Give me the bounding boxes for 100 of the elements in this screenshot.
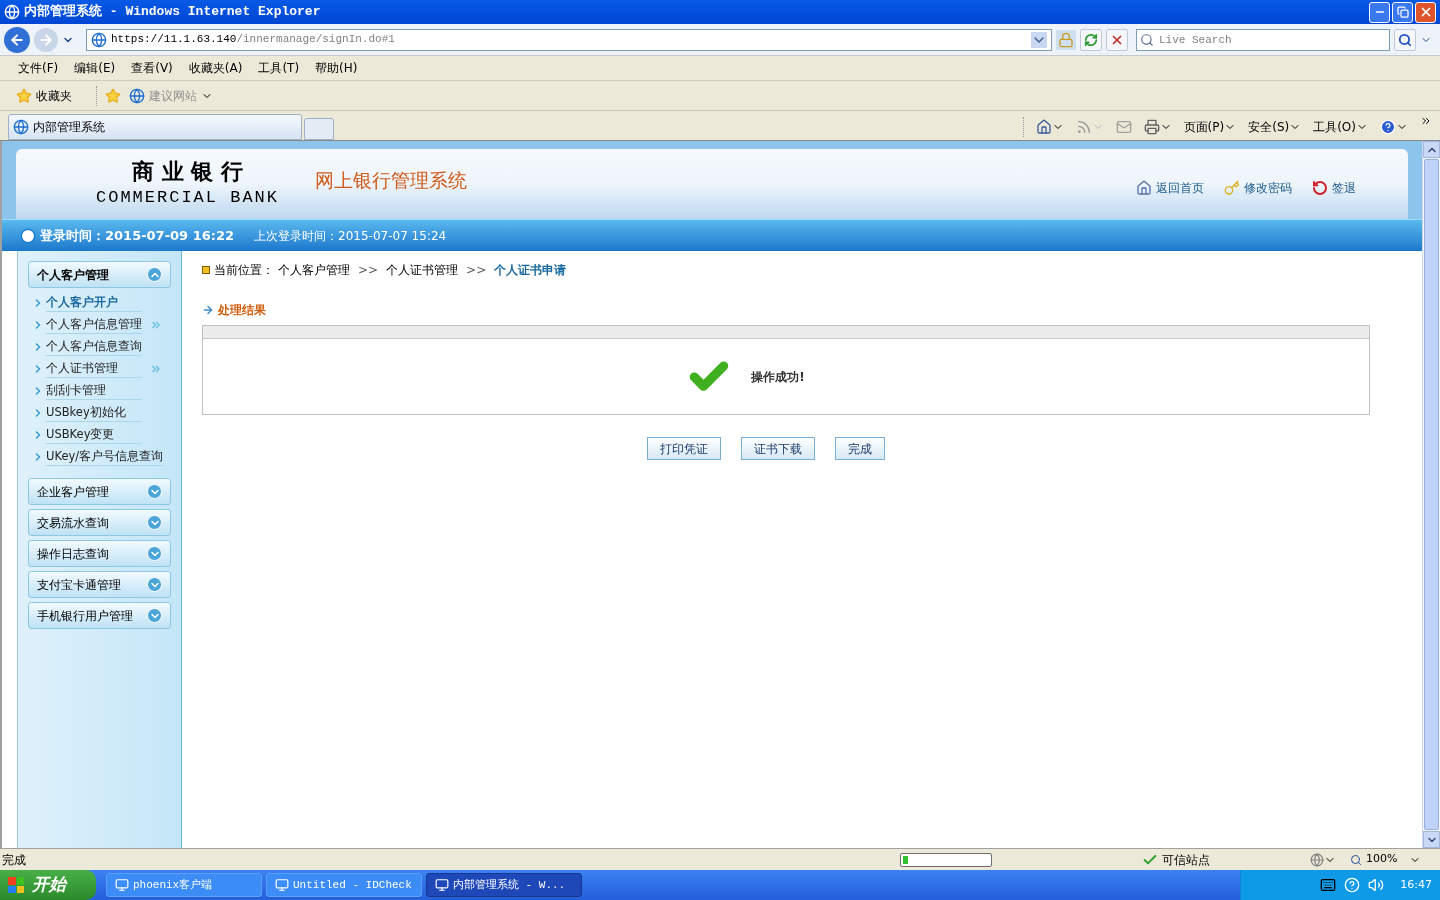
speaker-icon[interactable]: [1368, 877, 1385, 893]
globe-icon: [13, 119, 29, 135]
section-title: 处理结果: [218, 302, 266, 319]
taskbar-button[interactable]: 内部管理系统 - W...: [426, 873, 582, 897]
help-icon: [1380, 119, 1396, 135]
window-icon: [435, 878, 449, 892]
menu-item[interactable]: 编辑(E): [68, 59, 122, 77]
sidebar-item[interactable]: 刮刮卡管理: [46, 381, 142, 401]
system-title: 网上银行管理系统: [315, 167, 468, 193]
globe-icon: [4, 4, 20, 20]
restore-button[interactable]: [1392, 1, 1413, 23]
print-button[interactable]: [1143, 119, 1172, 135]
stop-button[interactable]: [1106, 28, 1128, 51]
feed-icon: [1075, 119, 1092, 135]
status-text: 完成: [1, 851, 27, 869]
command-menu[interactable]: 页面(P): [1183, 118, 1237, 136]
search-icon: [1140, 32, 1154, 47]
sidebar-item[interactable]: USBKey变更: [46, 425, 142, 445]
address-field[interactable]: https://11.1.63.140/innermanage/signIn.do#1: [86, 28, 1052, 51]
address-url: https://11.1.63.140/innermanage/signIn.do#1: [111, 32, 395, 48]
scroll-thumb[interactable]: [1424, 159, 1439, 830]
expand-icon: [147, 577, 162, 592]
breadcrumb-current: 个人证书申请: [494, 262, 567, 279]
sidebar-item[interactable]: 个人客户信息查询: [46, 337, 142, 357]
sidebar-item[interactable]: 个人客户信息管理: [46, 315, 142, 335]
forward-arrow-icon: [38, 31, 54, 48]
header-link[interactable]: 签退: [1312, 179, 1356, 197]
zoom-button[interactable]: 100%: [1350, 851, 1422, 868]
search-field[interactable]: Live Search: [1136, 28, 1390, 51]
sidebar-group-header[interactable]: 手机银行用户管理: [28, 602, 171, 629]
favorites-button[interactable]: 收藏夹: [16, 86, 72, 105]
command-menu[interactable]: 工具(O): [1313, 118, 1368, 136]
menu-item[interactable]: 收藏夹(A): [182, 59, 249, 77]
sidebar-group-header[interactable]: 企业客户管理: [28, 478, 171, 505]
action-button[interactable]: 打印凭证: [647, 437, 721, 460]
keyboard-icon[interactable]: [1320, 877, 1337, 893]
arrow-icon: [202, 304, 214, 316]
breadcrumb-link[interactable]: 个人证书管理: [386, 261, 459, 279]
breadcrumb-separator: >>: [357, 262, 380, 279]
action-button[interactable]: 完成: [835, 437, 885, 460]
sidebar-item[interactable]: UKey/客户号信息查询: [46, 447, 164, 467]
close-button[interactable]: [1415, 1, 1436, 23]
scroll-up-button[interactable]: [1423, 141, 1440, 158]
success-message: 操作成功!: [751, 368, 805, 386]
windows-logo-icon: [8, 877, 24, 893]
refresh-button[interactable]: [1080, 28, 1102, 51]
logout-icon: [1312, 180, 1328, 196]
globe-icon: [1310, 852, 1324, 867]
magnifier-icon: [1350, 853, 1362, 866]
protected-mode-button[interactable]: [1310, 852, 1336, 867]
sidebar-group-header[interactable]: 操作日志查询: [28, 540, 171, 567]
collapse-icon: [147, 267, 162, 282]
key-icon: [1224, 180, 1240, 196]
sidebar-item[interactable]: 个人客户开户: [46, 293, 142, 313]
star-icon: [16, 87, 32, 104]
window-icon: [115, 878, 129, 892]
menu-item[interactable]: 文件(F): [12, 59, 65, 77]
security-zone: 可信站点: [1162, 851, 1210, 869]
minimize-button[interactable]: [1369, 1, 1390, 23]
header-link[interactable]: 修改密码: [1224, 179, 1292, 197]
more-icon[interactable]: [1420, 115, 1432, 127]
home-button[interactable]: [1035, 119, 1064, 135]
search-icon: [1398, 32, 1412, 47]
sidebar-group-header[interactable]: 交易流水查询: [28, 509, 171, 536]
browser-tab[interactable]: 内部管理系统: [8, 114, 302, 140]
last-login-time: 上次登录时间：2015-07-07 15:24: [254, 227, 447, 245]
expand-icon: [147, 484, 162, 499]
window-title: 内部管理系统 - Windows Internet Explorer: [24, 3, 321, 22]
clock: 16:47: [1400, 876, 1432, 893]
address-dropdown-icon[interactable]: [1031, 31, 1047, 48]
sidebar-group-header[interactable]: 支付宝卡通管理: [28, 571, 171, 598]
breadcrumb-link[interactable]: 个人客户管理: [278, 261, 350, 279]
vertical-scrollbar[interactable]: [1422, 141, 1440, 848]
printer-icon: [1143, 119, 1160, 135]
menu-item[interactable]: 帮助(H): [309, 59, 364, 77]
menu-item[interactable]: 工具(T): [252, 59, 306, 77]
help-button[interactable]: [1380, 119, 1408, 135]
back-button[interactable]: [4, 26, 30, 53]
search-button[interactable]: [1394, 28, 1416, 51]
expand-icon: [147, 546, 162, 561]
window-icon: [275, 878, 289, 892]
command-menu[interactable]: 安全(S): [1248, 118, 1302, 136]
restore-icon: [1396, 6, 1409, 18]
help-icon[interactable]: [1344, 877, 1361, 893]
login-time: 登录时间：2015-07-09 16:22: [40, 226, 235, 245]
sidebar-group-header[interactable]: 个人客户管理: [28, 261, 171, 288]
house-icon: [1136, 180, 1152, 196]
house-icon: [1035, 119, 1052, 135]
breadcrumb-label: 当前位置：: [214, 262, 274, 279]
expand-icon: [147, 515, 162, 530]
sidebar-item[interactable]: USBkey初始化: [46, 403, 142, 423]
header-link[interactable]: 返回首页: [1136, 179, 1204, 197]
action-button[interactable]: 证书下载: [741, 437, 815, 460]
sidebar-item[interactable]: 个人证书管理: [46, 359, 142, 379]
refresh-icon: [1084, 32, 1098, 47]
globe-icon: [91, 31, 107, 48]
menu-item[interactable]: 查看(V): [125, 59, 179, 77]
scroll-down-button[interactable]: [1423, 831, 1440, 848]
breadcrumb-separator: >>: [465, 262, 488, 279]
globe-icon: [129, 87, 145, 104]
